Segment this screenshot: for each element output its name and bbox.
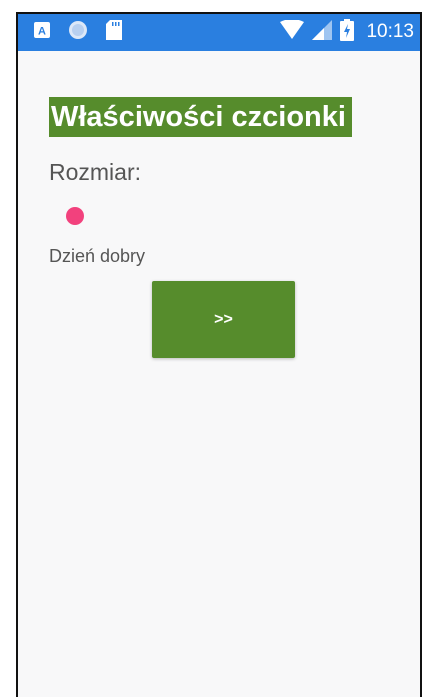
notification-icons: A xyxy=(34,19,122,45)
circle-app-icon xyxy=(68,20,88,45)
next-button[interactable]: >> xyxy=(152,281,295,358)
main-content: Właściwości czcionki Rozmiar: Dzień dobr… xyxy=(18,51,420,697)
a-app-icon: A xyxy=(34,21,50,43)
size-label: Rozmiar: xyxy=(49,159,142,185)
battery-charging-icon xyxy=(340,18,355,46)
phone-screen: A 10:13 Właściwości czcionki Rozmiar: Dz… xyxy=(16,12,422,697)
sample-text: Dzień dobry xyxy=(49,246,146,266)
system-icons: 10:13 xyxy=(280,18,414,46)
sd-card-icon xyxy=(106,19,122,45)
wifi-icon xyxy=(280,18,305,45)
svg-text:A: A xyxy=(38,25,46,37)
page-title: Właściwości czcionki xyxy=(49,97,352,137)
clock: 10:13 xyxy=(366,21,414,42)
signal-icon xyxy=(312,19,333,45)
size-slider-thumb[interactable] xyxy=(66,207,84,225)
status-bar: A 10:13 xyxy=(18,14,420,51)
